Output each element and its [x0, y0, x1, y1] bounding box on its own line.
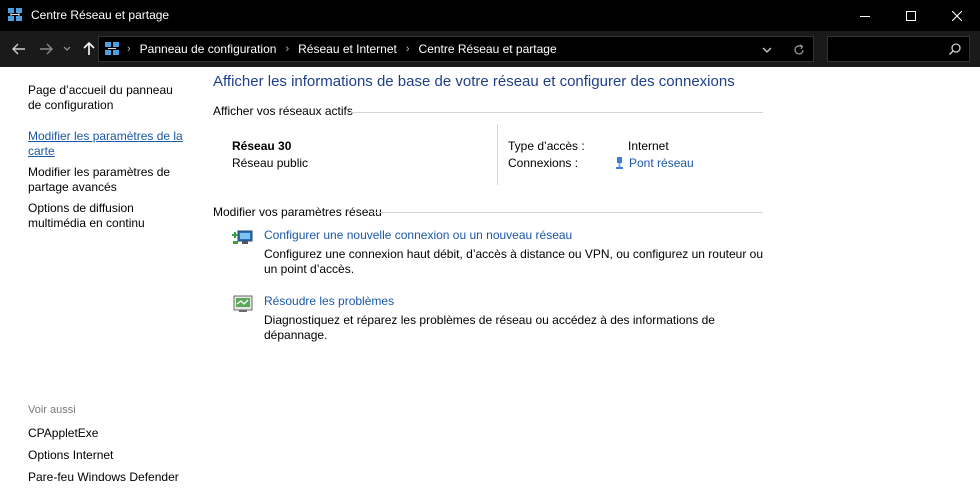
search-box[interactable] — [827, 36, 970, 62]
sidebar-link-media-streaming[interactable]: Options de diffusion multimédia en conti… — [28, 201, 188, 231]
connection-link-bridge[interactable]: Pont réseau — [614, 156, 694, 170]
see-also-link-cpappletexe[interactable]: CPAppletExe — [28, 426, 188, 441]
chevron-right-icon[interactable]: › — [285, 43, 289, 55]
see-also-heading: Voir aussi — [28, 404, 76, 416]
forward-button[interactable] — [38, 40, 54, 58]
maximize-button[interactable] — [888, 0, 934, 31]
main-content: Afficher les informations de base de vot… — [195, 67, 980, 503]
breadcrumb-item[interactable]: Panneau de configuration — [140, 42, 277, 56]
network-center-icon — [105, 42, 119, 55]
sidebar-link-advanced-sharing[interactable]: Modifier les paramètres de partage avanc… — [28, 165, 188, 195]
network-center-icon — [8, 8, 22, 21]
close-icon — [952, 10, 962, 21]
address-box[interactable]: › Panneau de configuration › Réseau et I… — [98, 36, 814, 62]
page-title: Afficher les informations de base de vot… — [213, 73, 735, 90]
maximize-icon — [906, 10, 916, 21]
window-title: Centre Réseau et partage — [31, 8, 170, 22]
chevron-down-icon — [63, 46, 71, 51]
chevron-right-icon[interactable]: › — [127, 43, 131, 55]
network-bridge-icon — [616, 156, 623, 169]
minimize-button[interactable] — [842, 0, 888, 31]
close-button[interactable] — [934, 0, 980, 31]
see-also-link-internet-options[interactable]: Options Internet — [28, 448, 188, 463]
search-icon[interactable] — [948, 42, 962, 56]
up-button[interactable] — [81, 40, 97, 58]
troubleshoot-link[interactable]: Résoudre les problèmes — [264, 294, 394, 308]
see-also-link-firewall[interactable]: Pare-feu Windows Defender — [28, 470, 188, 485]
modify-settings-heading: Modifier vos paramètres réseau — [213, 205, 382, 219]
address-toolbar: › Panneau de configuration › Réseau et I… — [0, 31, 980, 67]
refresh-icon — [794, 44, 804, 55]
new-connection-icon — [232, 230, 253, 244]
title-bar: Centre Réseau et partage — [0, 0, 980, 31]
troubleshoot-icon — [233, 295, 253, 312]
minimize-icon — [860, 15, 870, 17]
vertical-divider — [497, 124, 498, 185]
refresh-button[interactable] — [791, 42, 807, 58]
back-button[interactable] — [11, 40, 27, 58]
troubleshoot-description: Diagnostiquez et réparez les problèmes d… — [264, 313, 715, 342]
arrow-up-icon — [83, 42, 95, 55]
setup-connection-description: Configurez une connexion haut débit, d’a… — [264, 247, 763, 276]
access-type-value: Internet — [628, 139, 669, 153]
access-type-label: Type d’accès : — [508, 139, 585, 153]
connection-link-label[interactable]: Pont réseau — [629, 156, 694, 170]
sidebar-link-control-panel-home[interactable]: Page d’accueil du panneau de configurati… — [28, 83, 188, 113]
network-category: Réseau public — [232, 156, 309, 170]
connections-label: Connexions : — [508, 156, 579, 170]
breadcrumb-item[interactable]: Réseau et Internet — [298, 42, 397, 56]
sidebar: Page d’accueil du panneau de configurati… — [0, 67, 195, 503]
address-history-button[interactable] — [759, 43, 775, 57]
search-input[interactable] — [832, 41, 942, 57]
arrow-left-icon — [12, 43, 25, 55]
breadcrumb-item[interactable]: Centre Réseau et partage — [419, 42, 557, 56]
sidebar-link-adapter-settings[interactable]: Modifier les paramètres de la carte — [28, 129, 188, 159]
active-networks-heading: Afficher vos réseaux actifs — [213, 104, 353, 118]
section-divider — [373, 212, 763, 213]
chevron-right-icon[interactable]: › — [406, 43, 410, 55]
network-name: Réseau 30 — [232, 139, 292, 153]
breadcrumb: › Panneau de configuration › Réseau et I… — [127, 42, 557, 56]
setup-connection-link[interactable]: Configurer une nouvelle connexion ou un … — [264, 228, 572, 242]
section-divider — [348, 112, 763, 113]
chevron-down-icon — [762, 47, 772, 53]
recent-locations-button[interactable] — [62, 40, 72, 58]
arrow-right-icon — [40, 43, 53, 55]
